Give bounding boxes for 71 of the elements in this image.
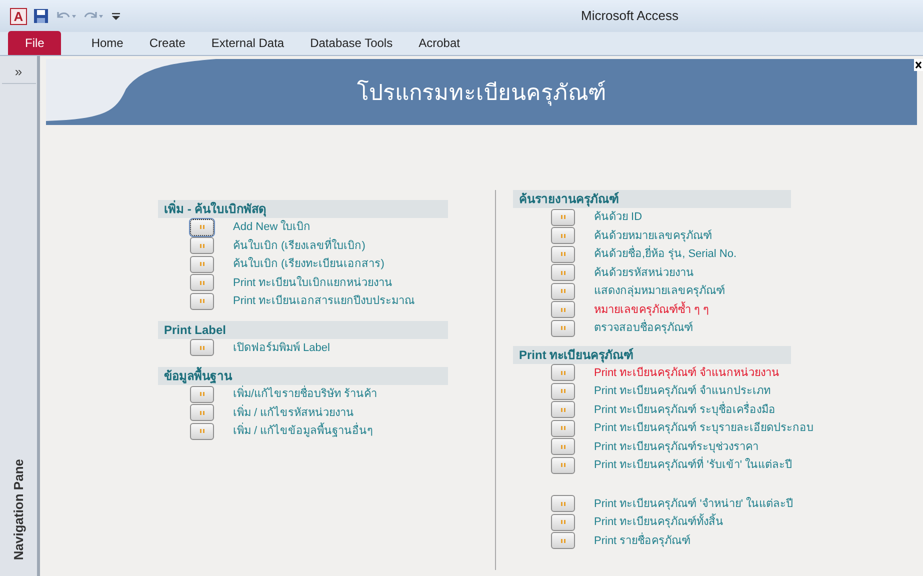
bars-icon xyxy=(560,252,566,256)
ribbon-tab[interactable]: External Data xyxy=(199,31,296,55)
command-label[interactable]: เพิ่ม/แก้ไขรายชื่อบริษัท ร้านค้า xyxy=(233,386,378,402)
bars-icon xyxy=(560,308,566,312)
command-label[interactable]: Print ทะเบียนครุภัณฑ์ระบุช่วงราคา xyxy=(594,438,759,455)
bars-icon xyxy=(560,234,566,238)
section-heading: Print Label xyxy=(158,320,448,338)
ribbon-tab[interactable]: File xyxy=(8,31,62,55)
command-label[interactable]: ค้นด้วยรหัสหน่วยงาน xyxy=(594,264,694,281)
bars-icon xyxy=(200,346,204,350)
ribbon-tab[interactable]: Acrobat xyxy=(406,31,472,55)
command-label[interactable]: หมายเลขครุภัณฑ์ซ้ำ ๆ ๆ xyxy=(594,302,710,318)
bars-icon xyxy=(200,299,204,304)
command-label[interactable]: Print รายชื่อครุภัณฑ์ xyxy=(594,532,691,549)
bars-icon xyxy=(560,502,566,506)
app-logo: A xyxy=(10,8,27,24)
command-label[interactable]: เพิ่ม / แก้ไขข้อมูลพื้นฐานอื่นๆ xyxy=(233,423,374,440)
command-label[interactable]: Print ทะเบียนครุภัณฑ์ จำแนกประเภท xyxy=(594,383,771,400)
section-heading: เพิ่ม - ค้นใบเบิกพัสดุ xyxy=(158,200,448,218)
bars-icon xyxy=(200,410,204,415)
bars-icon xyxy=(200,244,204,248)
bars-icon xyxy=(560,326,566,330)
command-label[interactable]: ค้นใบเบิก (เรียงเลขที่ใบเบิก) xyxy=(233,238,366,254)
ribbon-tab[interactable]: Home xyxy=(79,31,136,55)
command-label[interactable]: Add New ใบเบิก xyxy=(233,219,311,236)
command-label[interactable]: Print ทะเบียนครุภัณฑ์ ระบุรายละเอียดประกอบ xyxy=(594,420,814,436)
command-label[interactable]: Print ทะเบียนใบเบิกแยกหน่วยงาน xyxy=(233,274,393,291)
section-heading: Print ทะเบียนครุภัณฑ์ xyxy=(513,346,791,364)
command-label[interactable]: เปิดฟอร์มพิมพ์ Label xyxy=(233,340,330,356)
bars-icon xyxy=(560,215,566,220)
save-icon[interactable] xyxy=(33,8,49,24)
command-label[interactable]: ค้นด้วยชื่อ,ยี่ห้อ รุ่น, Serial No. xyxy=(594,246,737,262)
bars-icon xyxy=(560,289,566,294)
bars-icon xyxy=(560,444,566,449)
bars-icon xyxy=(200,262,204,266)
navigation-pane-label: Navigation Pane xyxy=(10,458,27,560)
bars-icon xyxy=(560,426,566,430)
customize-dropdown-icon[interactable] xyxy=(111,10,121,22)
bars-icon xyxy=(560,270,566,275)
command-label[interactable]: Print ทะเบียนครุภัณฑ์ 'จำหน่าย' ในแต่ละปี xyxy=(594,496,793,512)
bars-icon xyxy=(560,520,566,524)
section-heading: ข้อมูลพื้นฐาน xyxy=(158,367,448,385)
command-label[interactable]: เพิ่ม / แก้ไขรหัสหน่วยงาน xyxy=(233,404,354,421)
ribbon-tab[interactable]: Database Tools xyxy=(298,31,405,55)
command-label[interactable]: ค้นใบเบิก (เรียงทะเบียนเอกสาร) xyxy=(233,256,384,272)
bars-icon xyxy=(200,225,204,230)
command-label[interactable]: Print ทะเบียนเอกสารแยกปีงบประมาณ xyxy=(233,293,415,310)
bars-icon xyxy=(560,538,566,543)
command-label[interactable]: แสดงกลุ่มหมายเลขครุภัณฑ์ xyxy=(594,283,725,300)
command-label[interactable]: Print ทะเบียนครุภัณฑ์ที่ 'รับเข้า' ในแต่ละปี xyxy=(594,457,792,474)
command-label[interactable]: ค้นด้วยหมายเลขครุภัณฑ์ xyxy=(594,228,712,244)
command-label[interactable]: Print ทะเบียนครุภัณฑ์ จำแนกหน่วยงาน xyxy=(594,364,780,381)
command-button[interactable] xyxy=(190,218,214,236)
bars-icon xyxy=(560,463,566,468)
window-title: Microsoft Access xyxy=(581,7,679,26)
bars-icon xyxy=(200,429,204,434)
navigation-pane[interactable]: » Navigation Pane xyxy=(0,56,40,576)
form-title: โปรแกรมทะเบียนครุภัณฑ์ xyxy=(357,78,606,108)
command-label[interactable]: ค้นด้วย ID xyxy=(594,209,642,226)
section-heading: ค้นรายงานครุภัณฑ์ xyxy=(513,190,791,208)
command-label[interactable]: Print ทะเบียนครุภัณฑ์ทั้งสิ้น xyxy=(594,514,724,530)
bars-icon xyxy=(560,370,566,375)
ribbon-tab[interactable]: Create xyxy=(137,31,198,55)
expand-button[interactable]: » xyxy=(2,60,36,84)
bars-icon xyxy=(200,280,204,285)
bars-icon xyxy=(200,392,204,396)
close-icon[interactable] xyxy=(914,59,923,71)
command-label[interactable]: Print ทะเบียนครุภัณฑ์ ระบุชื่อเครื่องมือ xyxy=(594,402,776,418)
bars-icon xyxy=(560,389,566,394)
command-label[interactable]: ตรวจสอบชื่อครุภัณฑ์ xyxy=(594,320,693,336)
bars-icon xyxy=(560,408,566,412)
